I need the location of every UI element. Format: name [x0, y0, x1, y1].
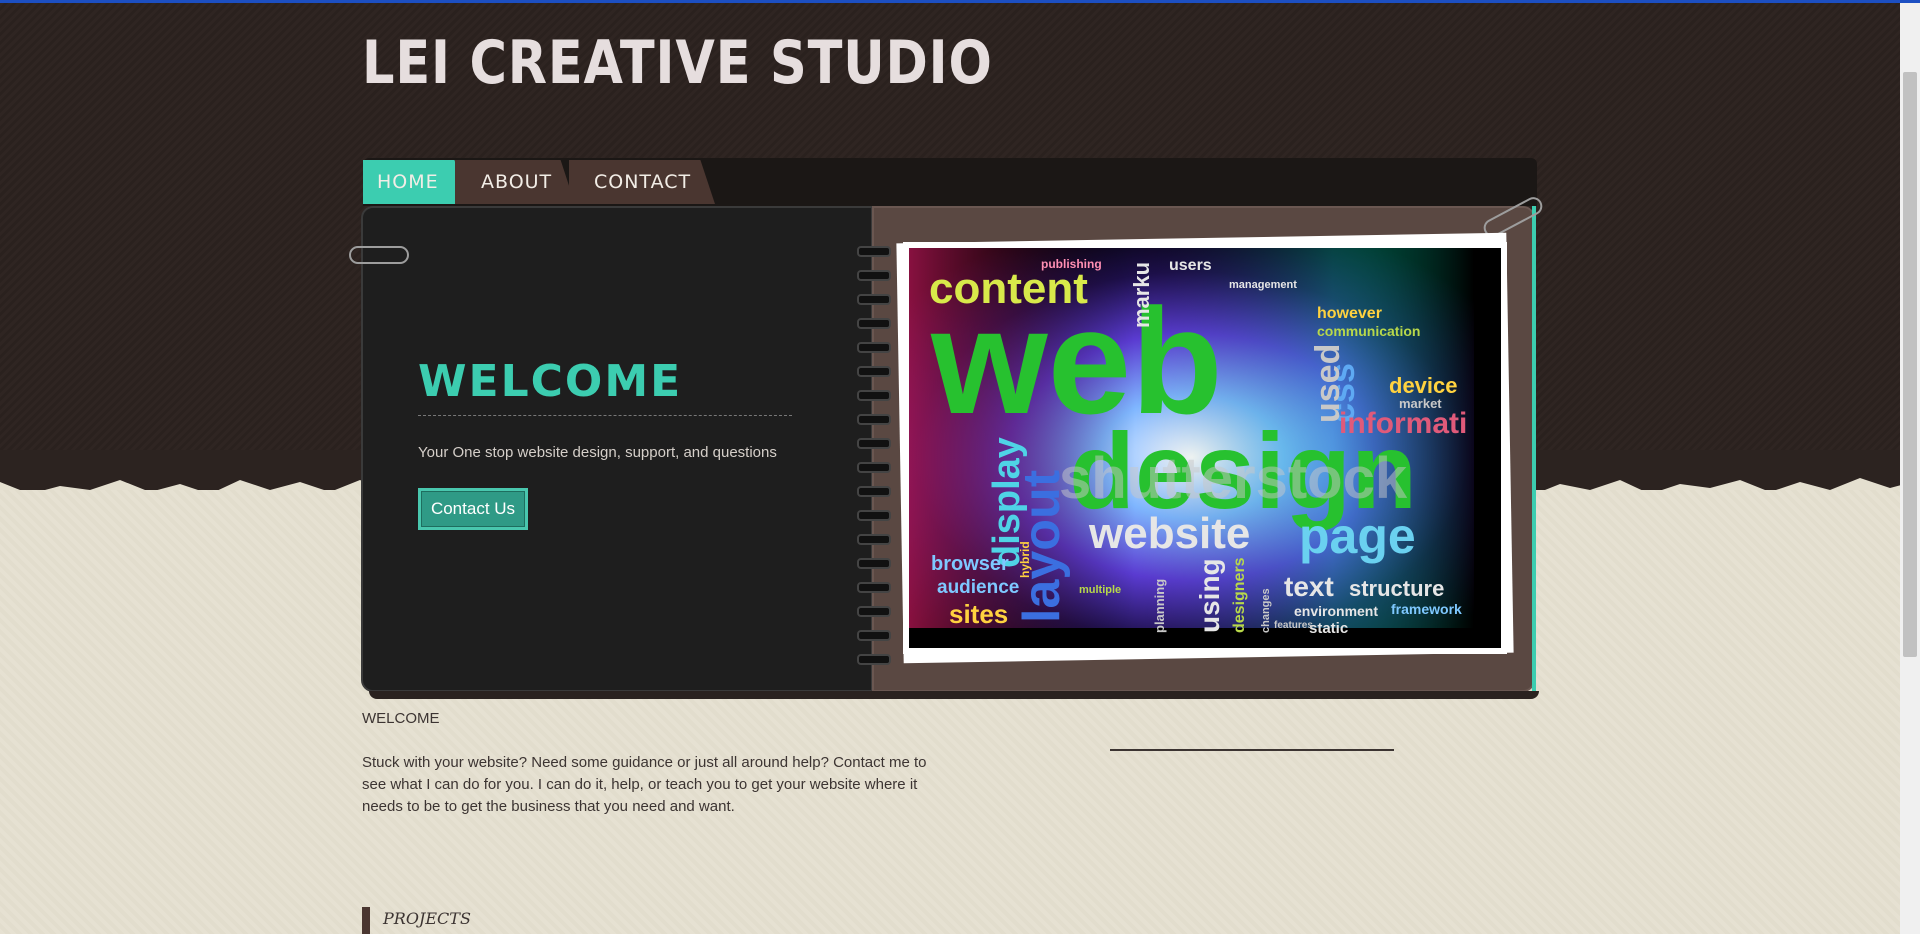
- web-design-word-cloud-image: web design shutterstock content website …: [909, 248, 1501, 648]
- img-word-using: using: [1194, 558, 1225, 633]
- img-word-features: features: [1274, 620, 1313, 631]
- img-word-sites: sites: [949, 599, 1008, 629]
- projects-marker: [362, 907, 370, 934]
- projects-heading: PROJECTS: [383, 909, 471, 928]
- img-word-management: management: [1229, 279, 1297, 291]
- img-word-static: static: [1309, 620, 1348, 637]
- img-word-device: device: [1389, 373, 1458, 398]
- img-word-page: page: [1299, 508, 1416, 564]
- main-nav: HOME ABOUT CONTACT: [363, 158, 1537, 206]
- scrollbar-thumb[interactable]: [1903, 72, 1917, 657]
- content-body-text: Stuck with your website? Need some guida…: [362, 754, 927, 815]
- hero-heading: WELCOME: [418, 356, 683, 407]
- content-welcome-label: WELCOME: [362, 710, 440, 727]
- img-word-however: however: [1317, 305, 1382, 322]
- img-word-framework: framework: [1391, 601, 1462, 617]
- hero-photo-frame: web design shutterstock content website …: [903, 242, 1507, 654]
- img-word-text: text: [1284, 571, 1334, 602]
- sidebar-divider: [1110, 749, 1394, 751]
- img-word-audience: audience: [937, 577, 1019, 598]
- tab-home[interactable]: HOME: [363, 160, 467, 204]
- img-word-publishing: publishing: [1041, 257, 1102, 271]
- img-watermark: shutterstock: [1059, 446, 1408, 511]
- contact-us-button[interactable]: Contact Us: [418, 488, 528, 530]
- img-word-market: market: [1399, 396, 1442, 411]
- img-word-marku: marku: [1129, 262, 1154, 328]
- img-word-users: users: [1169, 257, 1212, 274]
- tab-contact[interactable]: CONTACT: [569, 160, 715, 204]
- notebook-accent-edge: [1532, 206, 1536, 692]
- paper-clip-left-icon: [349, 246, 409, 264]
- img-word-designers: designers: [1231, 557, 1248, 633]
- img-word-structure: structure: [1349, 576, 1444, 601]
- notebook-shadow: [369, 691, 1539, 699]
- img-word-environment: environment: [1294, 603, 1378, 619]
- img-word-hybrid: hybrid: [1018, 541, 1032, 578]
- hero-tagline: Your One stop website design, support, a…: [418, 444, 777, 461]
- img-word-browser: browser: [931, 553, 1009, 575]
- site-title[interactable]: LEI CREATIVE STUDIO: [362, 28, 993, 98]
- img-word-content: content: [929, 264, 1088, 313]
- img-word-planning: planning: [1152, 579, 1167, 633]
- img-word-multiple: multiple: [1079, 584, 1121, 596]
- img-word-website: website: [1088, 509, 1250, 558]
- tab-about[interactable]: ABOUT: [455, 160, 575, 204]
- img-word-communication: communication: [1317, 323, 1420, 339]
- hero-divider: [418, 415, 792, 416]
- img-word-changes: changes: [1260, 588, 1272, 633]
- img-word-used: informati: [1339, 407, 1467, 440]
